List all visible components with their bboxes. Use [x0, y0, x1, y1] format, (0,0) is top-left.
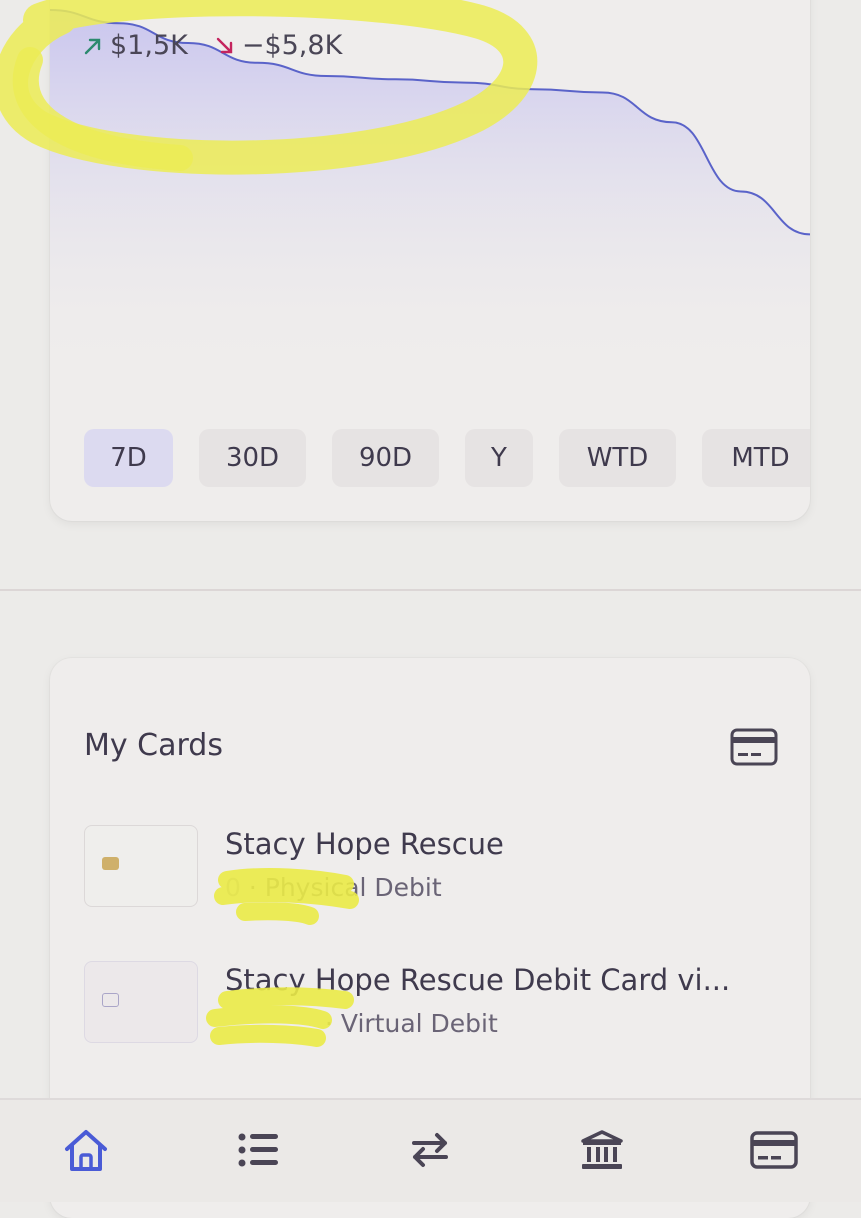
- arrow-up-right-icon: [84, 38, 101, 54]
- home-icon: [65, 1130, 107, 1171]
- range-7d[interactable]: 7D: [84, 429, 173, 487]
- time-range-selector: 7D 30D 90D Y WTD MTD: [84, 429, 810, 487]
- bottom-navigation: [0, 1098, 861, 1202]
- card-subtitle: · Virtual Debit: [225, 1009, 498, 1038]
- chart-area-fill: [50, 10, 810, 380]
- list-icon: [238, 1133, 278, 1167]
- card-item-virtual[interactable]: Stacy Hope Rescue Debit Card vi... · Vir…: [84, 961, 784, 1045]
- card-chip-icon: [102, 857, 119, 870]
- transfer-icon: [412, 1133, 448, 1167]
- nav-transfers[interactable]: [375, 1100, 485, 1200]
- section-divider: [0, 589, 861, 591]
- card-type: Virtual Debit: [340, 1009, 498, 1038]
- nav-transactions[interactable]: [204, 1100, 314, 1200]
- card-last4: 0: [225, 873, 241, 902]
- card-thumbnail: [84, 825, 198, 907]
- balance-chart-card: 7D 30D 90D Y WTD MTD: [50, 0, 810, 521]
- card-chip-icon: [102, 993, 119, 1007]
- nav-accounts[interactable]: [547, 1100, 657, 1200]
- range-90d[interactable]: 90D: [332, 429, 439, 487]
- my-cards-title: My Cards: [84, 728, 223, 763]
- nav-home[interactable]: [31, 1100, 141, 1200]
- range-30d[interactable]: 30D: [199, 429, 306, 487]
- card-item-physical[interactable]: Stacy Hope Rescue 0 · Physical Debit: [84, 825, 784, 909]
- card-type: Physical Debit: [264, 873, 442, 902]
- card-icon: [750, 1131, 798, 1169]
- card-thumbnail: [84, 961, 198, 1043]
- credit-card-icon[interactable]: [730, 728, 778, 766]
- cashflow-summary: $1,5K −$5,8K: [82, 30, 342, 61]
- range-wtd[interactable]: WTD: [559, 429, 676, 487]
- nav-cards[interactable]: [719, 1100, 829, 1200]
- card-separator: ·: [248, 873, 265, 902]
- incoming-amount: $1,5K: [110, 30, 188, 61]
- range-y[interactable]: Y: [465, 429, 533, 487]
- card-name: Stacy Hope Rescue: [225, 827, 504, 861]
- range-mtd[interactable]: MTD: [702, 429, 810, 487]
- card-subtitle: 0 · Physical Debit: [225, 873, 442, 902]
- card-name: Stacy Hope Rescue Debit Card vi...: [225, 963, 731, 997]
- outgoing-amount: −$5,8K: [241, 30, 343, 61]
- arrow-down-right-icon: [216, 37, 233, 53]
- card-separator: ·: [325, 1009, 341, 1038]
- bank-icon: [581, 1130, 623, 1169]
